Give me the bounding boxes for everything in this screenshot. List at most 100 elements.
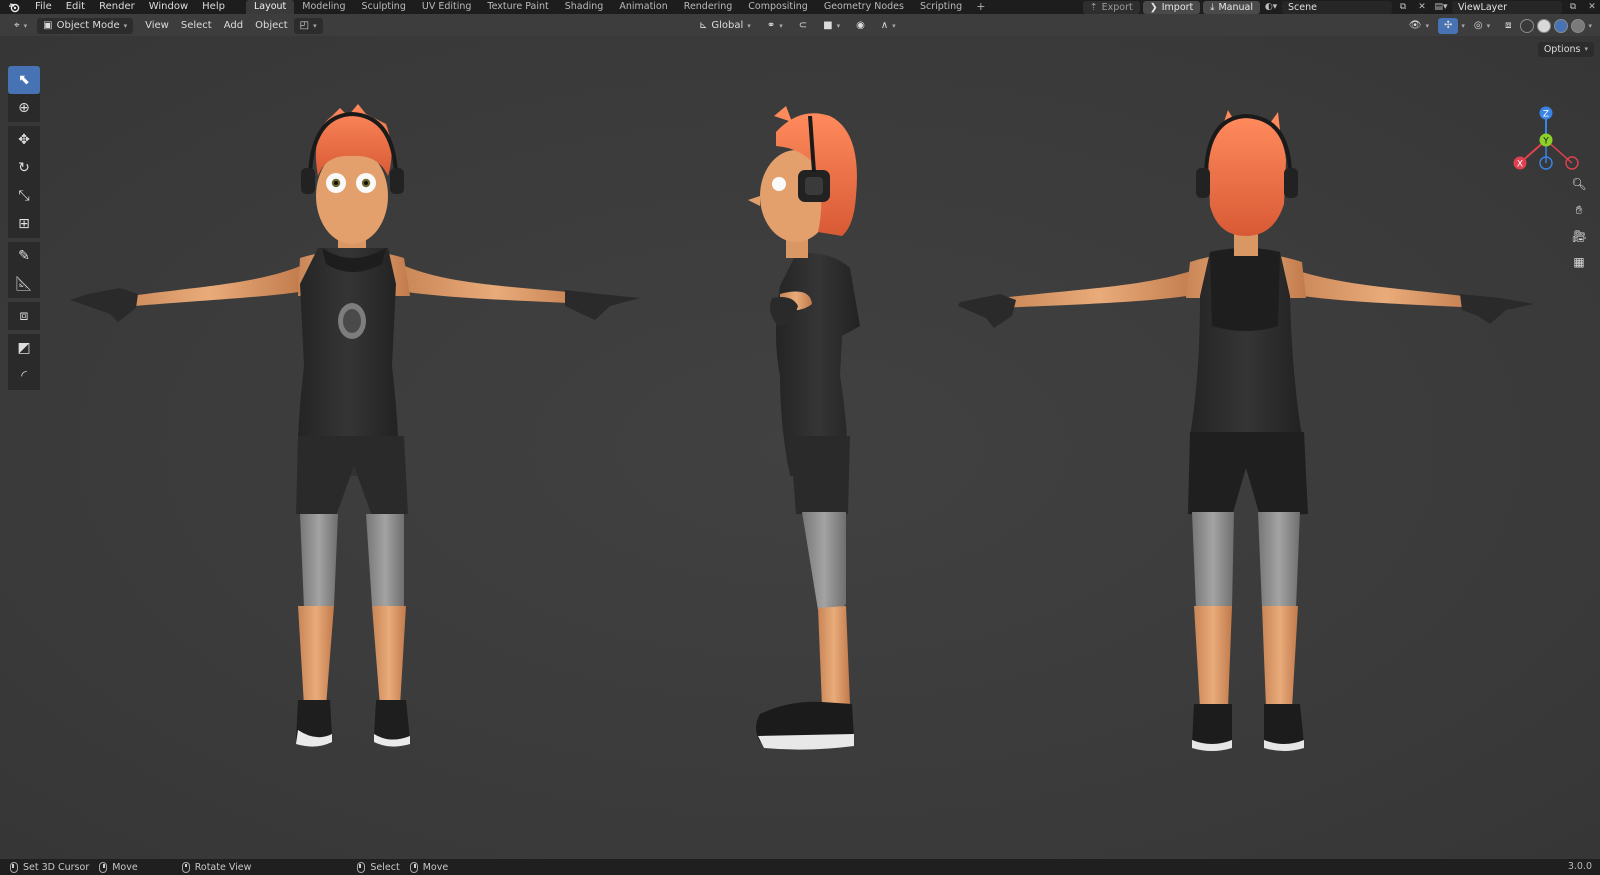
gizmo-toggle[interactable]: ✣ (1437, 18, 1459, 34)
new-scene-icon[interactable]: ⧉ (1395, 1, 1411, 14)
xray-toggle[interactable]: ⧈ (1499, 18, 1517, 34)
options-dropdown[interactable]: Options ▾ (1537, 42, 1594, 57)
annotate-icon[interactable]: ✎ (8, 242, 40, 270)
rendered-shading-icon[interactable] (1571, 19, 1586, 33)
export-label: Export (1101, 1, 1133, 13)
chevron-down-icon: ▾ (1425, 22, 1429, 30)
tab-geometry-nodes[interactable]: Geometry Nodes (816, 0, 912, 14)
tab-layout[interactable]: Layout (245, 0, 295, 14)
options-label: Options (1543, 44, 1581, 55)
chevron-down-icon: ▾ (836, 22, 841, 30)
menu-add[interactable]: Add (218, 18, 249, 34)
measure-icon[interactable]: 📐︎ (8, 270, 40, 298)
status-hint-label: Select (370, 861, 400, 873)
character-front-view[interactable] (70, 104, 640, 747)
3d-viewport[interactable]: Z X Y 🔍︎ ✋︎ 🎥︎ ▦ (0, 36, 1600, 859)
tab-sculpting[interactable]: Sculpting (353, 0, 413, 14)
scale-icon[interactable]: ⤡ (8, 182, 40, 210)
svg-text:Z: Z (1543, 110, 1549, 120)
status-bar: Set 3D Cursor Move Rotate View Select Mo… (0, 859, 1600, 875)
viewlayer-icon[interactable]: ▤▾ (1433, 1, 1449, 14)
gizmo-x-axis[interactable]: X (1513, 156, 1527, 170)
chevron-down-icon: ▾ (747, 22, 751, 30)
bevel-icon[interactable]: ◜ (8, 362, 40, 390)
new-viewlayer-icon[interactable]: ⧉ (1565, 1, 1581, 14)
mouse-middle-icon (181, 861, 190, 873)
pan-hand-icon[interactable]: ✋︎ (1569, 200, 1589, 220)
cursor-icon[interactable]: ⊕ (8, 94, 40, 122)
visibility-dropdown[interactable]: 👁︎ ▾ (1403, 18, 1435, 34)
wireframe-shading-icon[interactable] (1520, 19, 1535, 33)
add-cube-icon[interactable]: ⧈ (8, 302, 40, 330)
add-workspace-button[interactable]: + (970, 0, 991, 14)
tab-texture-paint[interactable]: Texture Paint (479, 0, 556, 14)
link-icon: ⚭ (766, 20, 776, 31)
mode-dropdown[interactable]: ▣ Object Mode ▾ (37, 18, 134, 34)
rotate-icon[interactable]: ↻ (8, 154, 40, 182)
status-hint-label: Move (112, 861, 138, 873)
move-icon[interactable]: ✥ (8, 126, 40, 154)
svg-text:Y: Y (1542, 137, 1549, 147)
chevron-down-icon[interactable]: ▾ (1588, 22, 1592, 30)
extrude-icon[interactable]: ◩ (8, 334, 40, 362)
scene-name-field[interactable]: Scene (1282, 0, 1392, 14)
menu-edit[interactable]: Edit (59, 0, 92, 14)
tab-shading[interactable]: Shading (557, 0, 612, 14)
chevron-down-icon: ▾ (892, 22, 896, 30)
workspace-tabs: Layout Modeling Sculpting UV Editing Tex… (245, 0, 991, 14)
select-box-icon[interactable]: ⬉ (8, 66, 40, 94)
close-viewlayer-icon[interactable]: ✕ (1584, 1, 1600, 14)
tab-uv-editing[interactable]: UV Editing (414, 0, 480, 14)
transform-controls: ⊾ Global ▾ ⚭ ▾ ⊂ ■ ▾ ◉ ∧ ▾ (693, 18, 902, 34)
manual-label: Manual (1218, 1, 1253, 13)
frame-icon: ◰ (299, 20, 310, 31)
camera-icon[interactable]: 🎥︎ (1569, 226, 1589, 246)
editor-type-button[interactable]: ⌖ ▾ (8, 18, 33, 34)
menu-help[interactable]: Help (195, 0, 232, 14)
tab-modeling[interactable]: Modeling (294, 0, 353, 14)
tab-rendering[interactable]: Rendering (676, 0, 741, 14)
navigation-gizmo[interactable]: Z X Y (1506, 100, 1586, 180)
menu-view[interactable]: View (139, 18, 175, 34)
falloff-dropdown[interactable]: ∧ ▾ (875, 18, 902, 34)
snap-toggle[interactable]: ⊂ (793, 18, 813, 34)
character-side-view[interactable] (748, 106, 860, 750)
blender-logo-icon[interactable] (6, 0, 22, 14)
tab-compositing[interactable]: Compositing (740, 0, 816, 14)
top-right-controls: ⇡ Export ❯ Import ⤓ Manual ◐▾ Scene ⧉ ✕ ▤▾ … (1082, 0, 1600, 14)
material-shading-icon[interactable] (1554, 19, 1569, 33)
character-back-view[interactable] (958, 110, 1534, 751)
menu-window[interactable]: Window (142, 0, 195, 14)
transform-icon[interactable]: ⊞ (8, 210, 40, 238)
overlay-toggle[interactable]: ◎ ▾ (1468, 18, 1496, 34)
mouse-right-icon (99, 861, 108, 873)
orientation-dropdown[interactable]: ⊾ Global ▾ (693, 18, 757, 34)
chevron-down-icon: ▾ (779, 22, 783, 30)
close-scene-icon[interactable]: ✕ (1414, 1, 1430, 14)
grid-icon[interactable]: ▦ (1569, 252, 1589, 272)
scene-icon[interactable]: ◐▾ (1263, 1, 1279, 14)
gizmo-z-axis[interactable]: Z (1539, 106, 1553, 120)
export-button[interactable]: ⇡ Export (1082, 0, 1140, 14)
status-hint-label: Set 3D Cursor (23, 861, 90, 873)
tab-scripting[interactable]: Scripting (912, 0, 970, 14)
solid-shading-icon[interactable] (1537, 19, 1552, 33)
import-button[interactable]: ❯ Import (1142, 0, 1201, 14)
chevron-down-icon[interactable]: ▾ (1461, 22, 1465, 30)
viewlayer-name-field[interactable]: ViewLayer (1452, 0, 1562, 14)
zoom-icon[interactable]: 🔍︎ (1569, 174, 1589, 194)
gizmo-y-axis[interactable]: Y (1539, 133, 1553, 147)
menu-file[interactable]: File (28, 0, 59, 14)
import-label: Import (1161, 1, 1194, 13)
menu-select[interactable]: Select (175, 18, 218, 34)
menu-object[interactable]: Object (249, 18, 294, 34)
viewport-extra-dropdown[interactable]: ◰ ▾ (293, 18, 323, 34)
navigation-controls: 🔍︎ ✋︎ 🎥︎ ▦ (1569, 174, 1589, 272)
manual-button[interactable]: ⤓ Manual (1203, 0, 1260, 14)
menu-render[interactable]: Render (92, 0, 142, 14)
tab-animation[interactable]: Animation (611, 0, 675, 14)
proportional-edit-toggle[interactable]: ◉ (850, 18, 871, 34)
pivot-dropdown[interactable]: ⚭ ▾ (761, 18, 789, 34)
snap-target-dropdown[interactable]: ■ ▾ (817, 18, 846, 34)
falloff-curve-icon: ∧ (880, 20, 889, 31)
